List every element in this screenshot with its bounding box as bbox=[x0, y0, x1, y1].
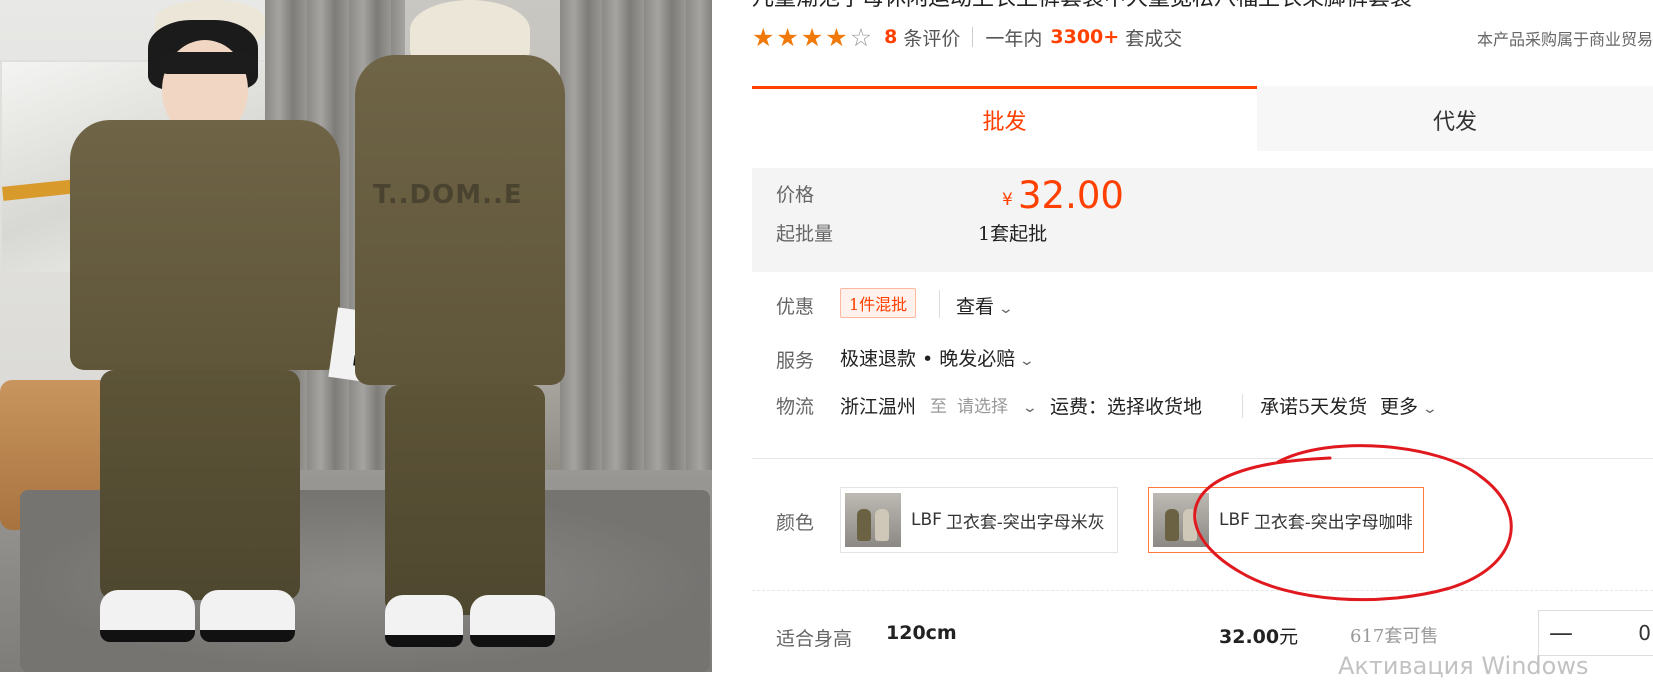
quantity-input[interactable]: 0 bbox=[1583, 621, 1653, 645]
color-thumbnail bbox=[845, 493, 901, 547]
star-icon: ★ bbox=[752, 22, 775, 52]
chevron-down-icon: ⌄ bbox=[997, 301, 1015, 317]
size-label: 适合身高 bbox=[776, 628, 853, 650]
star-icon: ★ bbox=[776, 22, 799, 52]
mixed-batch-badge: 1件混批 bbox=[840, 288, 917, 318]
shipping-promise: 承诺5天发货 bbox=[1260, 396, 1368, 418]
moq-value: 1套起批 bbox=[978, 223, 1048, 245]
review-count[interactable]: 8 bbox=[884, 26, 897, 48]
logistics-label: 物流 bbox=[776, 396, 815, 418]
product-main-image[interactable]: LOE T..DOM..E bbox=[0, 0, 712, 672]
tab-wholesale[interactable]: 批发 bbox=[752, 86, 1257, 151]
destination-select[interactable]: 请选择 ⌄ bbox=[957, 392, 1039, 417]
commercial-notice: 本产品采购属于商业贸易 bbox=[1476, 30, 1653, 49]
divider bbox=[939, 290, 940, 318]
discount-view-link[interactable]: 查看 ⌄ bbox=[956, 292, 1015, 319]
size-price-value: 32.00 bbox=[1219, 626, 1280, 648]
star-icon: ★ bbox=[800, 22, 824, 52]
color-name: 卫衣套-突出字母咖啡 bbox=[1253, 512, 1413, 533]
logistics-more[interactable]: 更多 ⌄ bbox=[1380, 392, 1439, 419]
size-price-unit: 元 bbox=[1279, 626, 1299, 648]
model-front bbox=[60, 0, 360, 672]
deals-count: 3300+ bbox=[1050, 26, 1120, 48]
rating-stars: ★ ★ ★ ★ ☆ bbox=[752, 25, 872, 50]
hoodie-back-print: T..DOM..E bbox=[373, 180, 523, 210]
stock-available: 617套可售 bbox=[1350, 626, 1439, 647]
logistics-to: 至 bbox=[930, 397, 947, 417]
color-option-coffee[interactable]: LBF 卫衣套-突出字母咖啡 bbox=[1148, 487, 1424, 553]
size-value: 120cm bbox=[886, 622, 957, 644]
product-info-panel: 儿童潮范字母休闲运动卫衣卫裤套装中大童宽松八福卫衣束脚裤套装 ★ ★ ★ ★ ☆… bbox=[712, 0, 1653, 672]
chevron-down-icon: ⌄ bbox=[1421, 401, 1439, 417]
deals-label: 套成交 bbox=[1125, 27, 1183, 50]
tab-dropship[interactable]: 代发 bbox=[1257, 86, 1653, 151]
color-label: 颜色 bbox=[776, 512, 815, 534]
size-price: 32.00元 bbox=[1219, 622, 1298, 649]
color-thumbnail bbox=[1153, 493, 1209, 547]
logistics-origin: 浙江温州 bbox=[840, 396, 917, 418]
color-name: 卫衣套-突出字母米灰 bbox=[945, 512, 1105, 533]
quantity-stepper[interactable]: — 0 bbox=[1538, 610, 1653, 656]
color-option-beige-grey[interactable]: LBF 卫衣套-突出字母米灰 bbox=[840, 487, 1118, 553]
rating-row: ★ ★ ★ ★ ☆ 8 条评价 一年内 3300+ 套成交 bbox=[752, 22, 1182, 52]
moq-label: 起批量 bbox=[776, 223, 834, 245]
os-activation-watermark: Активация Windows bbox=[1338, 652, 1589, 680]
discount-view-label: 查看 bbox=[956, 296, 995, 318]
logistics-more-label: 更多 bbox=[1380, 396, 1419, 418]
purchase-mode-tabs: 批发 代发 bbox=[752, 86, 1653, 151]
price-value: 32.00 bbox=[1018, 174, 1124, 217]
service-dropdown[interactable]: 极速退款 • 晚发必赔 ⌄ bbox=[840, 344, 1036, 371]
year-label: 一年内 bbox=[985, 27, 1043, 50]
section-divider bbox=[752, 590, 1653, 592]
star-icon: ★ bbox=[825, 22, 848, 52]
decrement-button[interactable]: — bbox=[1539, 619, 1583, 647]
section-divider bbox=[752, 458, 1653, 459]
star-empty-icon: ☆ bbox=[849, 22, 873, 52]
color-brand: LBF bbox=[911, 510, 942, 530]
model-back: T..DOM..E bbox=[355, 0, 585, 672]
price-box: 价格 ¥ 32.00 起批量 1套起批 bbox=[752, 168, 1653, 272]
destination-select-label: 请选择 bbox=[957, 397, 1008, 417]
chevron-down-icon: ⌄ bbox=[1021, 400, 1039, 416]
product-title: 儿童潮范字母休闲运动卫衣卫裤套装中大童宽松八福卫衣束脚裤套装 bbox=[752, 0, 1412, 12]
divider bbox=[972, 27, 974, 47]
currency-symbol: ¥ bbox=[1002, 190, 1013, 210]
review-label[interactable]: 条评价 bbox=[903, 24, 960, 51]
price-label: 价格 bbox=[776, 184, 815, 206]
discount-label: 优惠 bbox=[776, 296, 815, 318]
chevron-down-icon: ⌄ bbox=[1018, 353, 1036, 369]
freight-info: 运费：选择收货地 bbox=[1050, 396, 1203, 418]
service-label: 服务 bbox=[776, 350, 815, 372]
divider bbox=[1242, 394, 1243, 418]
color-brand: LBF bbox=[1219, 510, 1250, 530]
service-value: 极速退款 • 晚发必赔 bbox=[840, 348, 1016, 370]
